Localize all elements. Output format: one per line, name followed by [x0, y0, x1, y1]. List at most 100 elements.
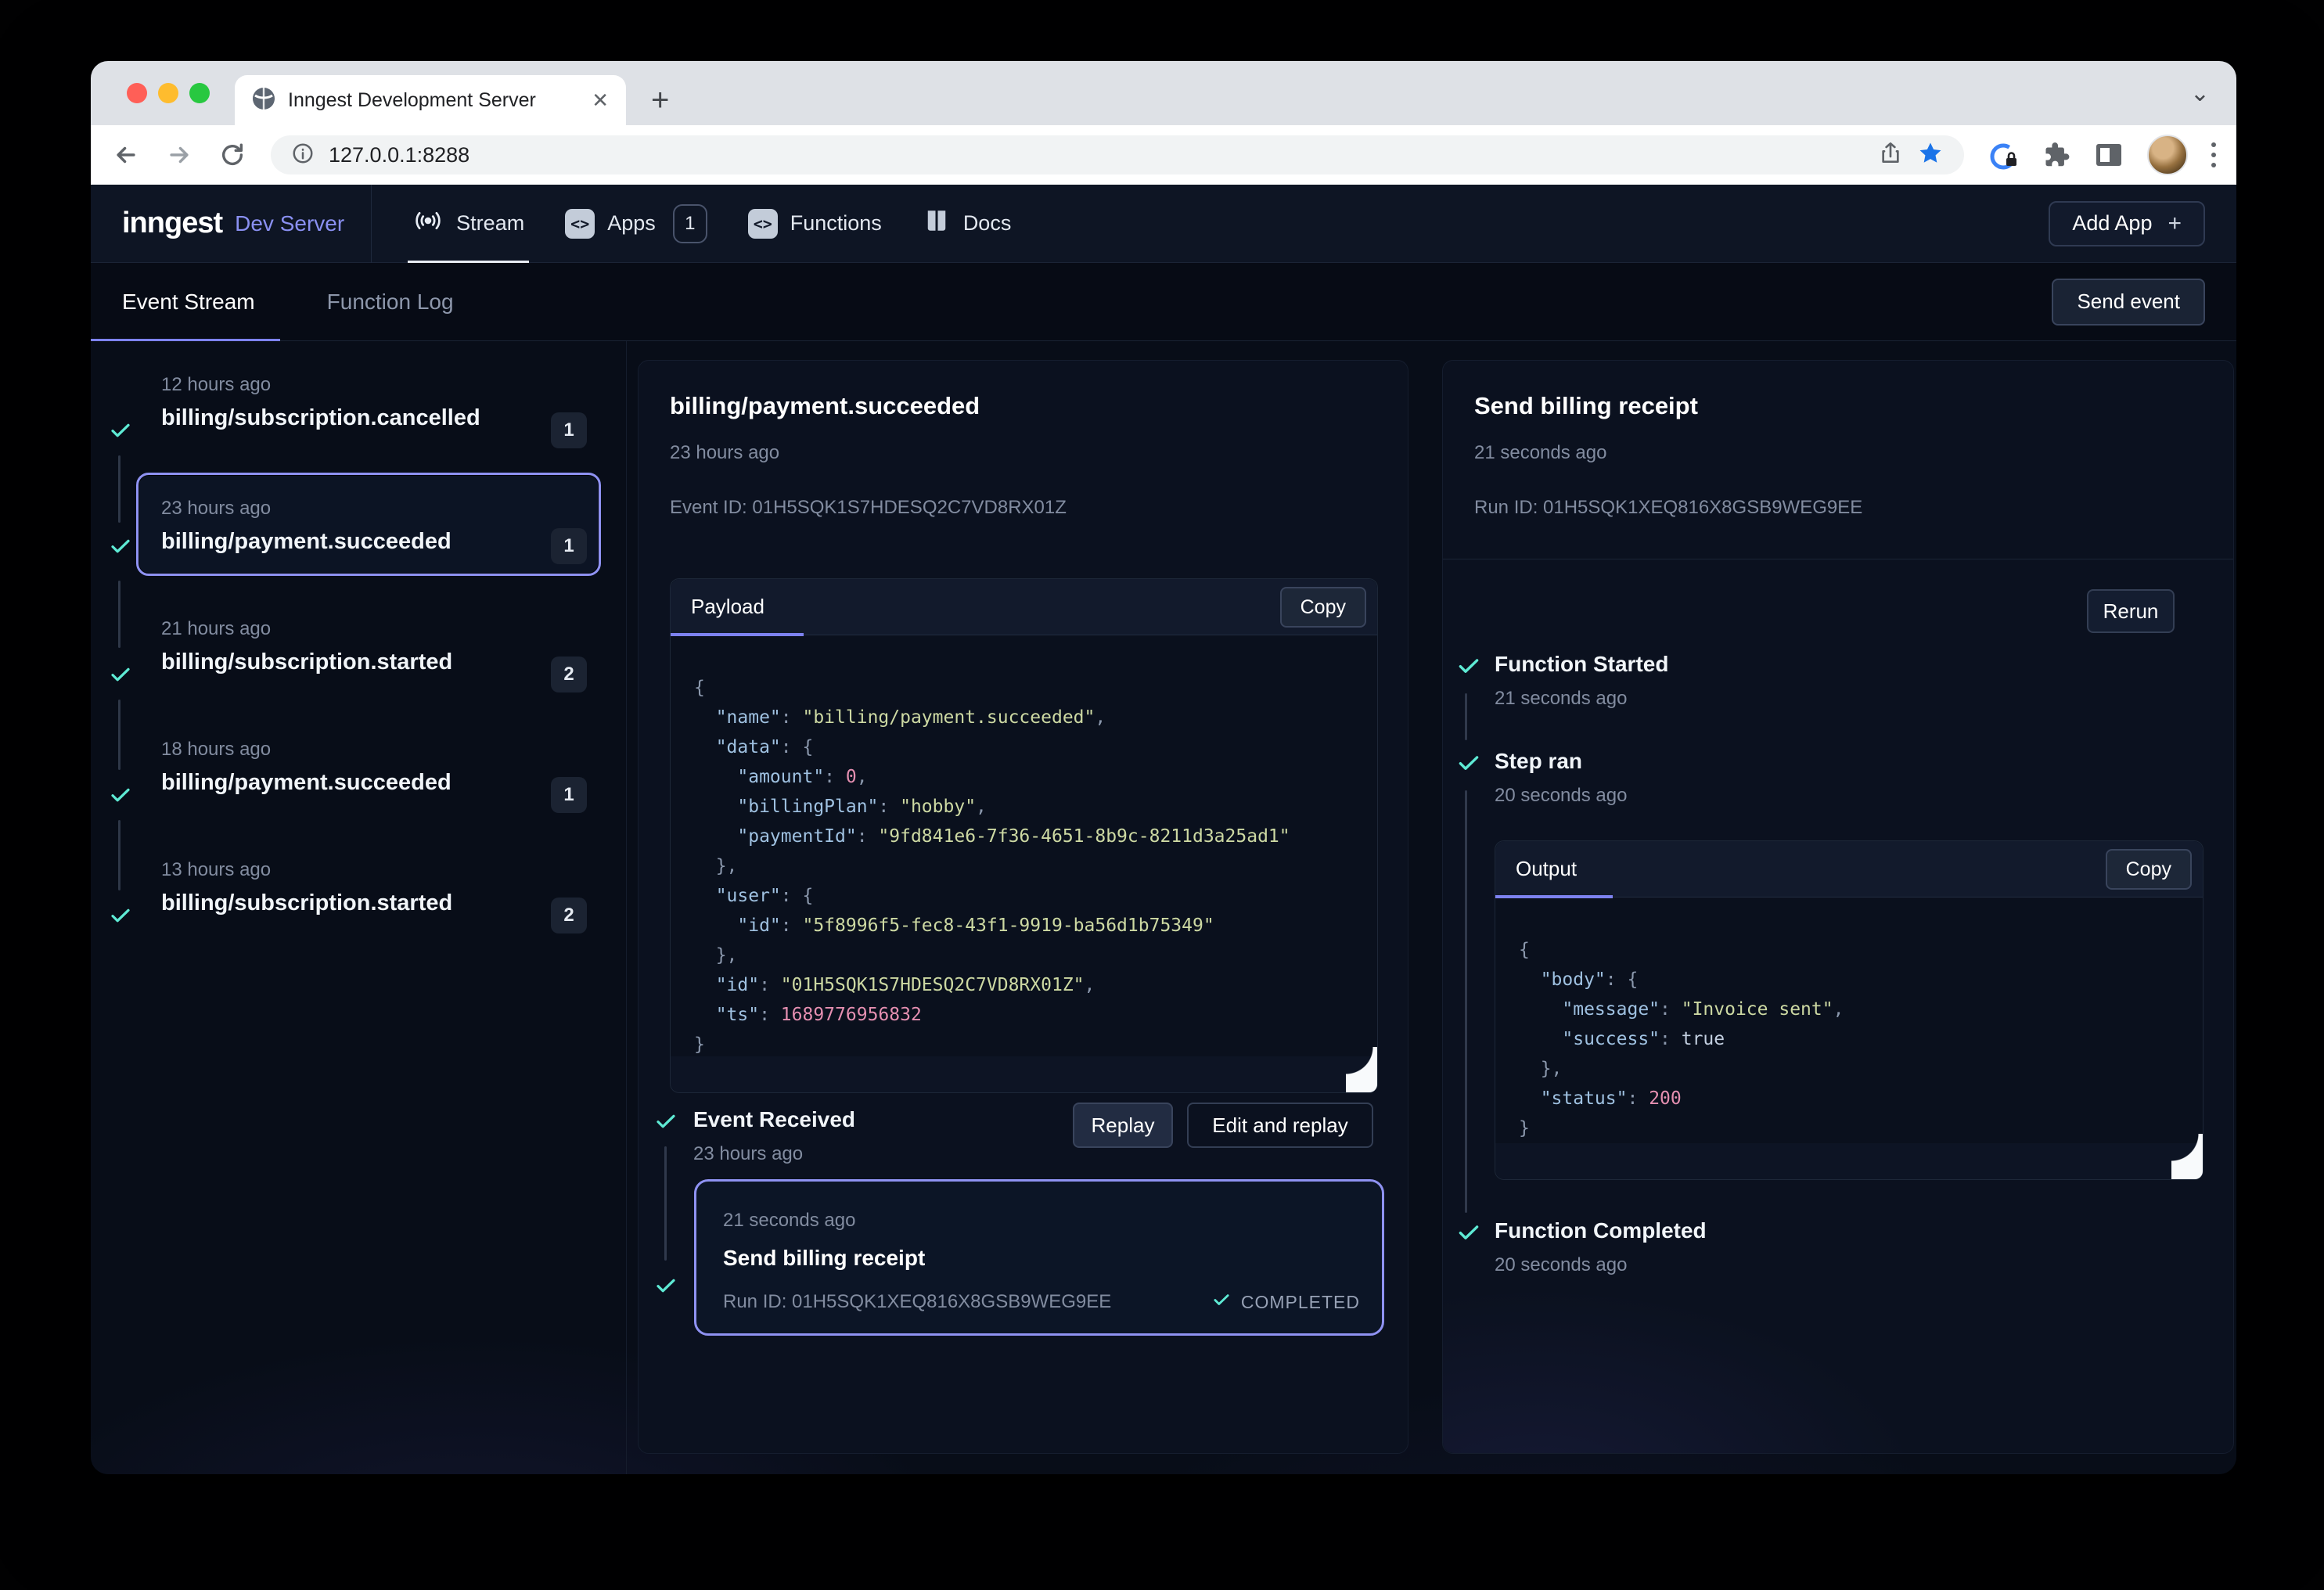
resize-corner-icon[interactable] [1346, 1047, 1377, 1092]
step-time: 20 seconds ago [1495, 785, 1627, 807]
run-detail-title: Send billing receipt [1474, 392, 1698, 420]
event-count-badge: 2 [551, 657, 587, 692]
run-status-badge: COMPLETED [1211, 1290, 1360, 1315]
event-actions: Replay Edit and replay [1073, 1103, 1373, 1148]
add-app-button[interactable]: Add App + [2049, 201, 2205, 246]
event-list: 12 hours ago billing/subscription.cancel… [91, 341, 626, 1474]
payload-header: Payload Copy [671, 579, 1377, 635]
run-card[interactable]: 21 seconds ago Send billing receipt Run … [694, 1179, 1384, 1336]
replay-button[interactable]: Replay [1073, 1103, 1173, 1148]
step-time: 20 seconds ago [1495, 1254, 1627, 1276]
event-count-badge: 1 [551, 528, 587, 564]
nav-item-docs[interactable]: Docs [923, 185, 1012, 263]
list-item-event[interactable]: billing/subscription.started [161, 649, 452, 675]
list-item-event[interactable]: billing/payment.succeeded [161, 770, 451, 796]
tab-title: Inngest Development Server [288, 89, 579, 112]
event-count-badge: 2 [551, 898, 587, 933]
forward-icon[interactable] [164, 140, 194, 170]
desktop-background: Inngest Development Server ✕ + ⌄ 127.0.0… [0, 0, 2324, 1590]
output-tab-underline [1495, 895, 1613, 898]
browser-window: Inngest Development Server ✕ + ⌄ 127.0.0… [91, 61, 2236, 1474]
browser-toolbar: 127.0.0.1:8288 [91, 125, 2236, 185]
run-card-run-id: Run ID: 01H5SQK1XEQ816X8GSB9WEG9EE [723, 1291, 1111, 1313]
window-close-button[interactable] [127, 83, 147, 103]
timeline-connector [118, 820, 121, 890]
password-extension-icon[interactable] [1988, 140, 2017, 170]
event-time: 23 hours ago [161, 498, 271, 520]
output-block: Output Copy { "body": { "message": "Invo… [1495, 840, 2203, 1180]
list-item-event[interactable]: billing/payment.succeeded [161, 529, 451, 555]
share-icon[interactable] [1878, 141, 1903, 170]
run-id: Run ID: 01H5SQK1XEQ816X8GSB9WEG9EE [1474, 497, 1862, 519]
nav-item-label: Functions [790, 211, 882, 236]
nav-item-functions[interactable]: <> Functions [748, 185, 882, 263]
list-item-event[interactable]: billing/subscription.started [161, 890, 452, 916]
nav-item-stream[interactable]: Stream [412, 185, 524, 263]
browser-menu-icon[interactable] [2211, 142, 2216, 167]
payload-tab[interactable]: Payload [691, 595, 764, 619]
step-label: Function Started [1495, 652, 1668, 677]
timeline-connector [118, 455, 121, 523]
timeline-connector [118, 581, 121, 648]
rerun-button[interactable]: Rerun [2087, 589, 2175, 633]
resize-corner-icon[interactable] [2171, 1134, 2203, 1179]
browser-tab[interactable]: Inngest Development Server ✕ [235, 75, 626, 125]
event-time: 21 hours ago [161, 618, 271, 640]
run-detail-time: 21 seconds ago [1474, 442, 1606, 464]
sidebar-panel-icon[interactable] [2094, 140, 2124, 170]
stream-content: 12 hours ago billing/subscription.cancel… [91, 341, 2236, 1474]
output-tab[interactable]: Output [1516, 857, 1577, 881]
window-minimize-button[interactable] [158, 83, 178, 103]
edit-and-replay-button[interactable]: Edit and replay [1187, 1103, 1373, 1148]
output-header: Output Copy [1495, 841, 2203, 898]
url-text: 127.0.0.1:8288 [329, 143, 469, 167]
new-tab-button[interactable]: + [651, 78, 669, 122]
back-icon[interactable] [111, 140, 141, 170]
reload-icon[interactable] [218, 140, 247, 170]
address-bar[interactable]: 127.0.0.1:8288 [271, 135, 1964, 174]
output-footer [1495, 1143, 2203, 1179]
check-icon [108, 662, 133, 687]
check-icon [108, 534, 133, 559]
event-id: Event ID: 01H5SQK1S7HDESQ2C7VD8RX01Z [670, 497, 1067, 519]
check-icon [108, 903, 133, 928]
event-time: 18 hours ago [161, 739, 271, 761]
nav-divider [371, 185, 372, 263]
tab-search-chevron-icon[interactable]: ⌄ [2190, 80, 2210, 107]
event-count-badge: 1 [551, 412, 587, 448]
event-received-label: Event Received [693, 1107, 855, 1132]
tab-event-stream[interactable]: Event Stream [122, 290, 255, 315]
check-icon [108, 782, 133, 808]
tab-close-icon[interactable]: ✕ [592, 88, 609, 113]
copy-payload-button[interactable]: Copy [1280, 587, 1366, 628]
extensions-puzzle-icon[interactable] [2041, 140, 2070, 170]
run-detail-panel: Send billing receipt 21 seconds ago Run … [1442, 360, 2234, 1454]
copy-output-button[interactable]: Copy [2106, 849, 2192, 890]
event-count-badge: 1 [551, 777, 587, 813]
event-time: 13 hours ago [161, 859, 271, 881]
bookmark-star-icon[interactable] [1917, 140, 1944, 171]
nav-item-label: Apps [607, 211, 656, 236]
output-json: { "body": { "message": "Invoice sent", "… [1519, 935, 2195, 1143]
send-event-button[interactable]: Send event [2052, 279, 2205, 326]
check-icon [108, 418, 133, 443]
selected-event-card[interactable] [136, 473, 601, 576]
window-zoom-button[interactable] [189, 83, 210, 103]
check-icon [1455, 750, 1480, 775]
timeline-connector [664, 1146, 667, 1261]
payload-footer [671, 1056, 1377, 1092]
timeline-connector [1465, 693, 1467, 740]
nav-item-apps[interactable]: <> Apps 1 [565, 185, 707, 263]
site-info-icon[interactable] [291, 142, 315, 169]
step-time: 21 seconds ago [1495, 688, 1627, 710]
list-item-event[interactable]: billing/subscription.cancelled [161, 405, 480, 431]
timeline-connector [1465, 790, 1467, 1213]
apps-count-badge: 1 [673, 204, 707, 243]
payload-json: { "name": "billing/payment.succeeded", "… [694, 673, 1369, 1059]
profile-avatar[interactable] [2147, 135, 2188, 175]
event-received-time: 23 hours ago [693, 1143, 803, 1165]
nav-item-label: Stream [456, 211, 524, 236]
dev-server-label: Dev Server [235, 211, 344, 236]
tab-function-log[interactable]: Function Log [327, 290, 454, 315]
event-time: 12 hours ago [161, 374, 271, 396]
